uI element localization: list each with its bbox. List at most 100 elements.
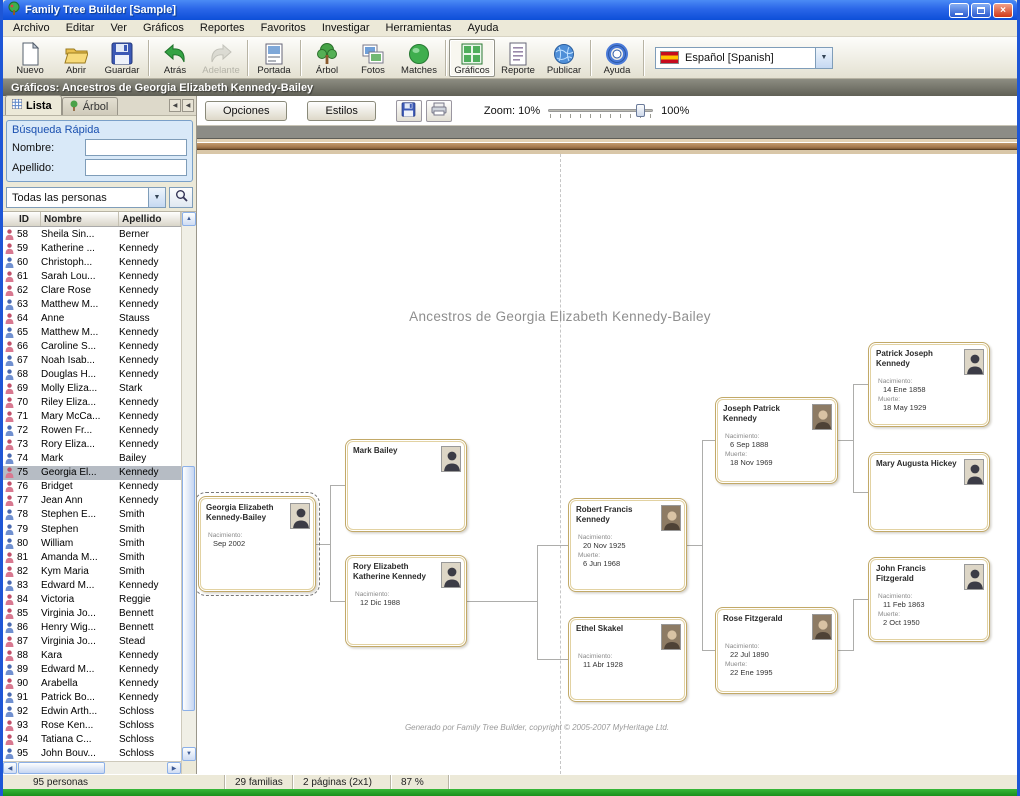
tab-lista[interactable]: Lista (5, 95, 62, 115)
options-button[interactable]: Opciones (205, 100, 288, 121)
person-row-87[interactable]: 87 Virginia Jo... Stead (3, 634, 181, 648)
tree-node-georgia[interactable]: Georgia Elizabeth Kennedy-Bailey Nacimien… (197, 492, 320, 596)
scroll-down-button[interactable]: ▼ (182, 747, 196, 761)
horizontal-scrollbar[interactable]: ◀ ▶ (3, 761, 181, 774)
column-header-nombre[interactable]: Nombre (41, 212, 119, 226)
menu-item-investigar[interactable]: Investigar (314, 21, 378, 35)
menu-item-ayuda[interactable]: Ayuda (460, 21, 507, 35)
person-row-90[interactable]: 90 Arabella Kennedy (3, 677, 181, 691)
person-row-91[interactable]: 91 Patrick Bo... Kennedy (3, 691, 181, 705)
menu-item-ver[interactable]: Ver (102, 21, 135, 35)
title-bar[interactable]: Family Tree Builder [Sample] × (3, 0, 1017, 20)
person-row-94[interactable]: 94 Tatiana C... Schloss (3, 733, 181, 747)
menu-item-archivo[interactable]: Archivo (5, 21, 58, 35)
scroll-up-button[interactable]: ▲ (182, 212, 196, 226)
person-row-80[interactable]: 80 William Smith (3, 536, 181, 550)
reporte-toolbar-button[interactable]: Reporte (495, 39, 541, 77)
menu-item-graficos[interactable]: Gráficos (135, 21, 192, 35)
person-row-93[interactable]: 93 Rose Ken... Schloss (3, 719, 181, 733)
save-chart-button[interactable] (395, 99, 422, 122)
person-row-85[interactable]: 85 Virginia Jo... Bennett (3, 606, 181, 620)
tree-node-ethel[interactable]: Ethel Skakel Nacimiento: 11 Abr 1928 (568, 617, 687, 702)
language-selector[interactable]: Español [Spanish] ▼ (655, 46, 833, 69)
portada-toolbar-button[interactable]: Portada (251, 39, 297, 77)
menu-item-favoritos[interactable]: Favoritos (253, 21, 314, 35)
person-row-58[interactable]: 58 Sheila Sin... Berner (3, 227, 181, 241)
dropdown-arrow-icon[interactable]: ▼ (148, 188, 165, 207)
person-row-82[interactable]: 82 Kym Maria Smith (3, 564, 181, 578)
person-row-81[interactable]: 81 Amanda M... Smith (3, 550, 181, 564)
vertical-scroll-track[interactable] (182, 226, 196, 747)
person-row-79[interactable]: 79 Stephen Smith (3, 522, 181, 536)
person-row-95[interactable]: 95 John Bouv... Schloss (3, 747, 181, 761)
tab-arbol[interactable]: Árbol (61, 97, 119, 115)
zoom-slider[interactable] (548, 102, 654, 120)
tree-node-mary[interactable]: Mary Augusta Hickey (868, 452, 990, 532)
person-row-73[interactable]: 73 Rory Eliza... Kennedy (3, 438, 181, 452)
horizontal-scroll-track[interactable] (17, 762, 167, 774)
person-row-71[interactable]: 71 Mary McCa... Kennedy (3, 410, 181, 424)
pin-panel-button[interactable]: ◀ (182, 99, 194, 112)
tree-node-rory[interactable]: Rory Elizabeth Katherine Kennedy Nacimien… (345, 555, 467, 647)
person-row-84[interactable]: 84 Victoria Reggie (3, 592, 181, 606)
tree-node-john[interactable]: John Francis Fitzgerald Nacimiento: 11 Feb… (868, 557, 990, 642)
column-header-apellido[interactable]: Apellido (119, 212, 181, 226)
name-input[interactable] (85, 139, 187, 156)
tree-node-mark[interactable]: Mark Bailey (345, 439, 467, 532)
person-row-68[interactable]: 68 Douglas H... Kennedy (3, 367, 181, 381)
person-row-63[interactable]: 63 Matthew M... Kennedy (3, 297, 181, 311)
person-row-83[interactable]: 83 Edward M... Kennedy (3, 578, 181, 592)
tree-node-joseph[interactable]: Joseph Patrick Kennedy Nacimiento: 6 Sep 1… (715, 397, 838, 484)
column-header-id[interactable]: ID (3, 212, 41, 226)
person-row-92[interactable]: 92 Edwin Arth... Schloss (3, 705, 181, 719)
menu-item-reportes[interactable]: Reportes (192, 21, 253, 35)
person-filter-dropdown[interactable]: Todas las personas ▼ (6, 187, 166, 208)
search-button[interactable] (169, 187, 193, 208)
collapse-panel-button[interactable]: ◀ (169, 99, 181, 112)
person-row-67[interactable]: 67 Noah Isab... Kennedy (3, 353, 181, 367)
atras-toolbar-button[interactable]: Atrás (152, 39, 198, 77)
person-row-64[interactable]: 64 Anne Stauss (3, 311, 181, 325)
person-row-60[interactable]: 60 Christoph... Kennedy (3, 255, 181, 269)
fotos-toolbar-button[interactable]: Fotos (350, 39, 396, 77)
person-row-89[interactable]: 89 Edward M... Kennedy (3, 662, 181, 676)
matches-toolbar-button[interactable]: Matches (396, 39, 442, 77)
person-row-69[interactable]: 69 Molly Eliza... Stark (3, 382, 181, 396)
menu-item-editar[interactable]: Editar (58, 21, 103, 35)
person-row-72[interactable]: 72 Rowen Fr... Kennedy (3, 424, 181, 438)
menu-item-herramientas[interactable]: Herramientas (378, 21, 460, 35)
person-row-77[interactable]: 77 Jean Ann Kennedy (3, 494, 181, 508)
person-row-62[interactable]: 62 Clare Rose Kennedy (3, 283, 181, 297)
person-row-76[interactable]: 76 Bridget Kennedy (3, 480, 181, 494)
zoom-slider-thumb[interactable] (636, 103, 646, 117)
print-chart-button[interactable] (425, 99, 452, 122)
minimize-button[interactable] (949, 2, 969, 18)
language-dropdown-arrow-icon[interactable]: ▼ (815, 47, 832, 68)
person-row-65[interactable]: 65 Matthew M... Kennedy (3, 325, 181, 339)
person-row-59[interactable]: 59 Katherine ... Kennedy (3, 241, 181, 255)
maximize-button[interactable] (971, 2, 991, 18)
vertical-scrollbar[interactable]: ▲ ▼ (181, 212, 196, 774)
tree-node-rose[interactable]: Rose Fitzgerald Nacimiento: 22 Jul 1890 Mue… (715, 607, 838, 694)
person-row-78[interactable]: 78 Stephen E... Smith (3, 508, 181, 522)
tree-node-robert[interactable]: Robert Francis Kennedy Nacimiento: 20 Nov … (568, 498, 687, 592)
scroll-left-button[interactable]: ◀ (3, 762, 17, 774)
surname-input[interactable] (85, 159, 187, 176)
person-row-75[interactable]: 75 Georgia El... Kennedy (3, 465, 181, 480)
scroll-right-button[interactable]: ▶ (167, 762, 181, 774)
vertical-scroll-thumb[interactable] (182, 465, 195, 711)
person-row-86[interactable]: 86 Henry Wig... Bennett (3, 620, 181, 634)
person-row-74[interactable]: 74 Mark Bailey (3, 452, 181, 466)
ayuda-toolbar-button[interactable]: Ayuda (594, 39, 640, 77)
arbol-toolbar-button[interactable]: Árbol (304, 39, 350, 77)
guardar-toolbar-button[interactable]: Guardar (99, 39, 145, 77)
close-button[interactable]: × (993, 2, 1013, 18)
chart-viewport[interactable]: Ancestros de Georgia Elizabeth Kennedy-B… (197, 126, 1017, 774)
person-row-61[interactable]: 61 Sarah Lou... Kennedy (3, 269, 181, 283)
tree-node-patrick[interactable]: Patrick Joseph Kennedy Nacimiento: 14 Ene … (868, 342, 990, 427)
person-row-70[interactable]: 70 Riley Eliza... Kennedy (3, 396, 181, 410)
abrir-toolbar-button[interactable]: Abrir (53, 39, 99, 77)
styles-button[interactable]: Estilos (307, 100, 376, 121)
person-row-88[interactable]: 88 Kara Kennedy (3, 648, 181, 662)
graficos-toolbar-button[interactable]: Gráficos (449, 38, 495, 77)
